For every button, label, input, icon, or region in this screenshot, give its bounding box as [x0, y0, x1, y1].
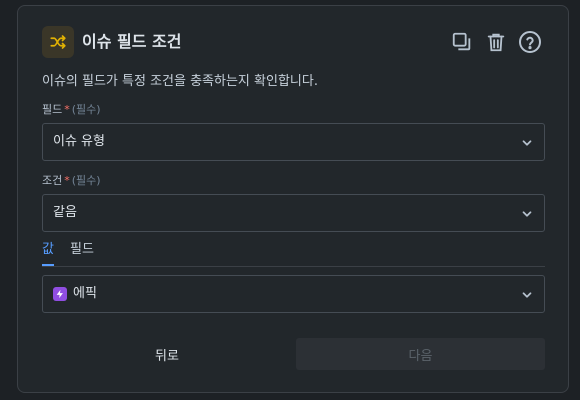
tab-field[interactable]: 필드 [70, 242, 94, 264]
trash-icon [487, 33, 505, 52]
panel-title: 이슈 필드 조건 [82, 32, 182, 51]
condition-select-value: 같음 [53, 205, 77, 220]
chevron-down-icon [522, 211, 532, 217]
condition-select[interactable]: 같음 [42, 194, 545, 232]
condition-label-row: 조건 * (필수) [42, 174, 101, 188]
value-tabs: 값 필드 [42, 242, 545, 267]
value-select-value: 에픽 [73, 286, 97, 301]
required-hint: (필수) [71, 103, 101, 116]
chevron-down-icon [522, 140, 532, 146]
back-button[interactable]: 뒤로 [42, 338, 292, 370]
header-actions [448, 28, 544, 56]
duplicate-button[interactable] [448, 28, 476, 56]
field-label: 필드 [42, 103, 63, 116]
field-label-row: 필드 * (필수) [42, 103, 101, 117]
required-mark: * [64, 103, 70, 116]
field-select-value: 이슈 유형 [53, 134, 105, 149]
condition-label: 조건 [42, 174, 63, 187]
help-icon [519, 31, 541, 53]
delete-button[interactable] [482, 28, 510, 56]
condition-panel: 이슈 필드 조건 이슈의 필드가 특정 조건을 충족하는지 확인합니다. 필드 … [17, 5, 569, 393]
field-select[interactable]: 이슈 유형 [42, 123, 545, 161]
next-button[interactable]: 다음 [296, 338, 545, 370]
shuffle-icon [42, 26, 74, 58]
panel-header: 이슈 필드 조건 [42, 26, 552, 60]
tab-value[interactable]: 값 [42, 242, 54, 266]
value-select[interactable]: 에픽 [42, 275, 545, 313]
panel-description: 이슈의 필드가 특정 조건을 충족하는지 확인합니다. [42, 74, 318, 89]
help-button[interactable] [516, 28, 544, 56]
chevron-down-icon [522, 292, 532, 298]
required-mark: * [64, 174, 70, 187]
lightning-icon [53, 287, 67, 301]
duplicate-icon [452, 32, 471, 51]
required-hint: (필수) [71, 174, 101, 187]
